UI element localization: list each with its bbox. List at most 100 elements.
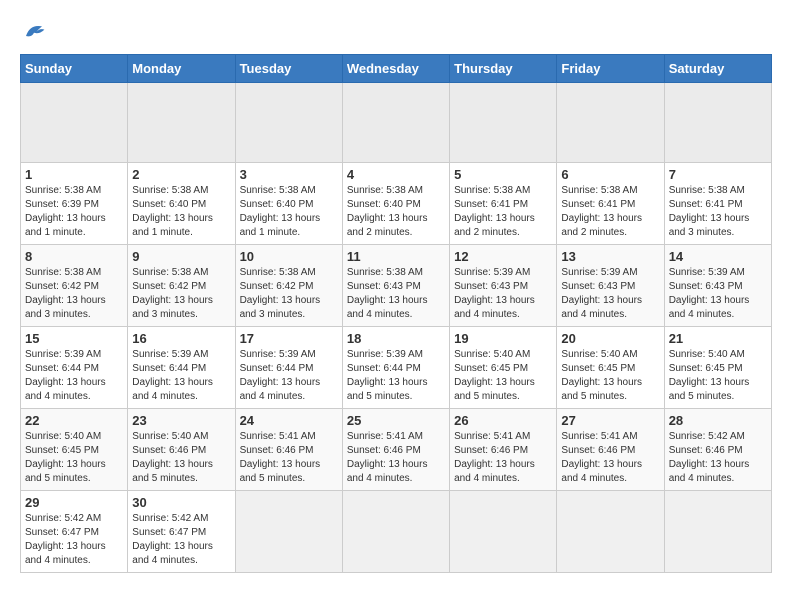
calendar-cell: 6 Sunrise: 5:38 AMSunset: 6:41 PMDaylight… (557, 163, 664, 245)
day-number: 27 (561, 413, 659, 428)
calendar-table: SundayMondayTuesdayWednesdayThursdayFrid… (20, 54, 772, 573)
calendar-cell: 30 Sunrise: 5:42 AMSunset: 6:47 PMDayligh… (128, 491, 235, 573)
day-number: 10 (240, 249, 338, 264)
cell-info: Sunrise: 5:39 AMSunset: 6:43 PMDaylight:… (454, 266, 552, 322)
cell-info: Sunrise: 5:38 AMSunset: 6:39 PMDaylight:… (25, 184, 123, 240)
cell-info: Sunrise: 5:41 AMSunset: 6:46 PMDaylight:… (347, 430, 445, 486)
header-row: SundayMondayTuesdayWednesdayThursdayFrid… (21, 55, 772, 83)
cell-info: Sunrise: 5:38 AMSunset: 6:40 PMDaylight:… (240, 184, 338, 240)
calendar-cell: 27 Sunrise: 5:41 AMSunset: 6:46 PMDayligh… (557, 409, 664, 491)
day-number: 4 (347, 167, 445, 182)
day-number: 26 (454, 413, 552, 428)
day-number: 28 (669, 413, 767, 428)
day-number: 24 (240, 413, 338, 428)
logo (20, 20, 46, 44)
day-number: 30 (132, 495, 230, 510)
cell-info: Sunrise: 5:39 AMSunset: 6:44 PMDaylight:… (25, 348, 123, 404)
cell-info: Sunrise: 5:38 AMSunset: 6:42 PMDaylight:… (240, 266, 338, 322)
calendar-week-2: 1 Sunrise: 5:38 AMSunset: 6:39 PMDaylight… (21, 163, 772, 245)
calendar-cell: 3 Sunrise: 5:38 AMSunset: 6:40 PMDaylight… (235, 163, 342, 245)
calendar-cell (342, 83, 449, 163)
calendar-cell: 22 Sunrise: 5:40 AMSunset: 6:45 PMDayligh… (21, 409, 128, 491)
calendar-cell: 19 Sunrise: 5:40 AMSunset: 6:45 PMDayligh… (450, 327, 557, 409)
day-number: 17 (240, 331, 338, 346)
calendar-cell: 23Sunrise: 5:40 AMSunset: 6:46 PMDayligh… (128, 409, 235, 491)
day-number: 3 (240, 167, 338, 182)
day-number: 1 (25, 167, 123, 182)
calendar-cell: 17 Sunrise: 5:39 AMSunset: 6:44 PMDayligh… (235, 327, 342, 409)
day-number: 25 (347, 413, 445, 428)
cell-info: Sunrise: 5:39 AMSunset: 6:43 PMDaylight:… (669, 266, 767, 322)
calendar-cell: 7 Sunrise: 5:38 AMSunset: 6:41 PMDaylight… (664, 163, 771, 245)
header-cell-tuesday: Tuesday (235, 55, 342, 83)
calendar-cell: 5 Sunrise: 5:38 AMSunset: 6:41 PMDaylight… (450, 163, 557, 245)
header-cell-wednesday: Wednesday (342, 55, 449, 83)
header-cell-monday: Monday (128, 55, 235, 83)
day-number: 6 (561, 167, 659, 182)
header-area (20, 20, 772, 44)
day-number: 19 (454, 331, 552, 346)
calendar-cell (557, 491, 664, 573)
calendar-week-3: 8Sunrise: 5:38 AMSunset: 6:42 PMDaylight… (21, 245, 772, 327)
header-cell-thursday: Thursday (450, 55, 557, 83)
calendar-cell (21, 83, 128, 163)
calendar-cell: 25 Sunrise: 5:41 AMSunset: 6:46 PMDayligh… (342, 409, 449, 491)
day-number: 29 (25, 495, 123, 510)
cell-info: Sunrise: 5:41 AMSunset: 6:46 PMDaylight:… (240, 430, 338, 486)
cell-info: Sunrise: 5:40 AMSunset: 6:45 PMDaylight:… (669, 348, 767, 404)
cell-info: Sunrise: 5:42 AMSunset: 6:47 PMDaylight:… (132, 512, 230, 568)
cell-info: Sunrise: 5:38 AMSunset: 6:40 PMDaylight:… (347, 184, 445, 240)
calendar-week-4: 15Sunrise: 5:39 AMSunset: 6:44 PMDayligh… (21, 327, 772, 409)
cell-info: Sunrise: 5:40 AMSunset: 6:45 PMDaylight:… (25, 430, 123, 486)
cell-info: Sunrise: 5:38 AMSunset: 6:42 PMDaylight:… (132, 266, 230, 322)
cell-info: Sunrise: 5:38 AMSunset: 6:41 PMDaylight:… (561, 184, 659, 240)
day-number: 18 (347, 331, 445, 346)
cell-info: Sunrise: 5:39 AMSunset: 6:44 PMDaylight:… (347, 348, 445, 404)
cell-info: Sunrise: 5:41 AMSunset: 6:46 PMDaylight:… (561, 430, 659, 486)
calendar-week-6: 29 Sunrise: 5:42 AMSunset: 6:47 PMDayligh… (21, 491, 772, 573)
calendar-cell (664, 83, 771, 163)
header-cell-sunday: Sunday (21, 55, 128, 83)
calendar-cell: 11 Sunrise: 5:38 AMSunset: 6:43 PMDayligh… (342, 245, 449, 327)
day-number: 22 (25, 413, 123, 428)
calendar-cell: 20Sunrise: 5:40 AMSunset: 6:45 PMDayligh… (557, 327, 664, 409)
calendar-cell (450, 491, 557, 573)
calendar-cell: 29Sunrise: 5:42 AMSunset: 6:47 PMDayligh… (21, 491, 128, 573)
cell-info: Sunrise: 5:41 AMSunset: 6:46 PMDaylight:… (454, 430, 552, 486)
calendar-cell: 16Sunrise: 5:39 AMSunset: 6:44 PMDayligh… (128, 327, 235, 409)
cell-info: Sunrise: 5:38 AMSunset: 6:43 PMDaylight:… (347, 266, 445, 322)
calendar-cell: 8Sunrise: 5:38 AMSunset: 6:42 PMDaylight… (21, 245, 128, 327)
calendar-cell (128, 83, 235, 163)
cell-info: Sunrise: 5:39 AMSunset: 6:43 PMDaylight:… (561, 266, 659, 322)
cell-info: Sunrise: 5:38 AMSunset: 6:40 PMDaylight:… (132, 184, 230, 240)
day-number: 5 (454, 167, 552, 182)
calendar-cell: 10 Sunrise: 5:38 AMSunset: 6:42 PMDayligh… (235, 245, 342, 327)
calendar-week-1 (21, 83, 772, 163)
day-number: 13 (561, 249, 659, 264)
cell-info: Sunrise: 5:42 AMSunset: 6:46 PMDaylight:… (669, 430, 767, 486)
day-number: 7 (669, 167, 767, 182)
cell-info: Sunrise: 5:40 AMSunset: 6:45 PMDaylight:… (454, 348, 552, 404)
day-number: 12 (454, 249, 552, 264)
header-cell-saturday: Saturday (664, 55, 771, 83)
calendar-cell: 13 Sunrise: 5:39 AMSunset: 6:43 PMDayligh… (557, 245, 664, 327)
day-number: 11 (347, 249, 445, 264)
cell-info: Sunrise: 5:40 AMSunset: 6:45 PMDaylight:… (561, 348, 659, 404)
calendar-cell (235, 491, 342, 573)
calendar-cell (664, 491, 771, 573)
calendar-cell: 18 Sunrise: 5:39 AMSunset: 6:44 PMDayligh… (342, 327, 449, 409)
cell-info: Sunrise: 5:39 AMSunset: 6:44 PMDaylight:… (240, 348, 338, 404)
calendar-cell: 12 Sunrise: 5:39 AMSunset: 6:43 PMDayligh… (450, 245, 557, 327)
day-number: 9 (132, 249, 230, 264)
day-number: 2 (132, 167, 230, 182)
cell-info: Sunrise: 5:38 AMSunset: 6:41 PMDaylight:… (454, 184, 552, 240)
cell-info: Sunrise: 5:38 AMSunset: 6:42 PMDaylight:… (25, 266, 123, 322)
calendar-cell (450, 83, 557, 163)
cell-info: Sunrise: 5:40 AMSunset: 6:46 PMDaylight:… (132, 430, 230, 486)
calendar-cell (342, 491, 449, 573)
calendar-cell: 1 Sunrise: 5:38 AMSunset: 6:39 PMDaylight… (21, 163, 128, 245)
day-number: 14 (669, 249, 767, 264)
cell-info: Sunrise: 5:38 AMSunset: 6:41 PMDaylight:… (669, 184, 767, 240)
calendar-cell: 9 Sunrise: 5:38 AMSunset: 6:42 PMDaylight… (128, 245, 235, 327)
calendar-cell (557, 83, 664, 163)
